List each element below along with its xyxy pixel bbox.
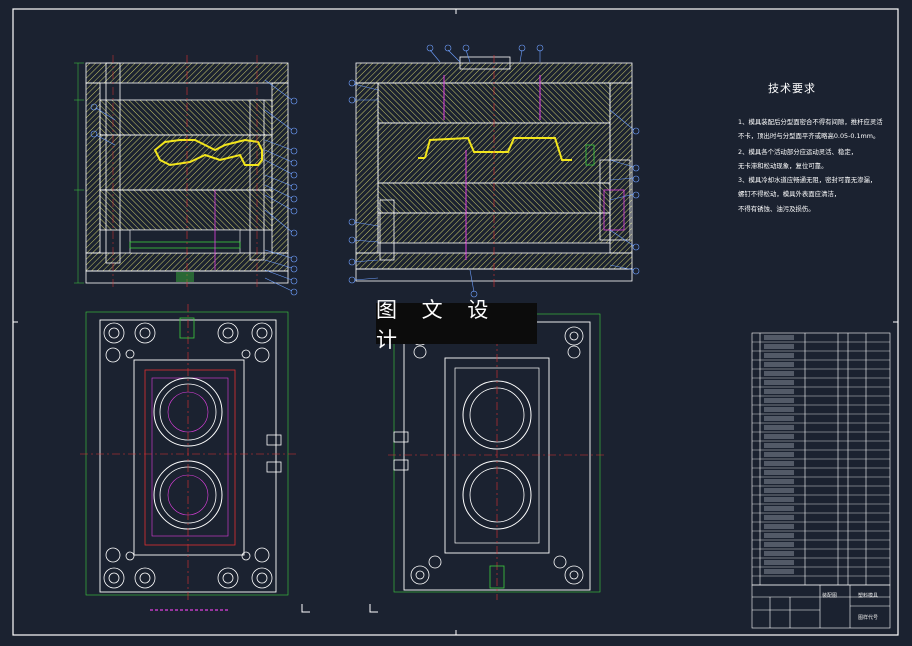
bom-row-text-mark xyxy=(764,362,794,367)
bom-row-text-mark xyxy=(764,344,794,349)
bom-row-text-mark xyxy=(764,524,794,529)
bom-row-text-mark xyxy=(764,488,794,493)
bom-row-text-mark xyxy=(764,569,794,574)
tech-req-line-6: 螺钉不得松动，模具外表面应清洁， xyxy=(738,190,841,198)
bom-row-text-mark xyxy=(764,335,794,340)
bom-row-text-mark xyxy=(764,371,794,376)
bom-row-text-mark xyxy=(764,470,794,475)
bom-row-text-mark xyxy=(764,389,794,394)
technical-requirements-title: 技术要求 xyxy=(768,82,816,95)
left-section-view xyxy=(74,55,289,290)
bom-row-text-mark xyxy=(764,560,794,565)
tech-req-line-5: 3、模具冷却水道应畅通无阻，密封可靠无渗漏， xyxy=(738,176,877,184)
view-corner-marks xyxy=(301,604,378,613)
left-plan-view xyxy=(80,304,296,600)
title-block-name: 装配图 xyxy=(822,593,838,599)
bom-row-text-mark xyxy=(764,461,794,466)
tech-req-line-3: 2、模具各个活动部分应运动灵活、稳定， xyxy=(738,148,858,156)
bom-row-text-mark xyxy=(764,398,794,403)
bom-row-text-mark xyxy=(764,434,794,439)
bom-row-text-mark xyxy=(764,353,794,358)
title-block-drawing-code: 图样代号 xyxy=(858,615,879,621)
bom-rows xyxy=(752,335,890,577)
bom-row-text-mark xyxy=(764,425,794,430)
bom-row-text-mark xyxy=(764,443,794,448)
bom-row-text-mark xyxy=(764,515,794,520)
bom-row-text-mark xyxy=(764,452,794,457)
tech-req-line-1: 1、模具装配后分型面密合不得有间隙，推杆应灵活 xyxy=(738,118,883,126)
bom-row-text-mark xyxy=(764,533,794,538)
bom-row-text-mark xyxy=(764,506,794,511)
tech-req-line-4: 无卡滞和松动现象，复位可靠。 xyxy=(738,162,828,170)
bom-row-text-mark xyxy=(764,416,794,421)
right-section-view xyxy=(355,55,633,290)
tech-req-line-2: 不卡，顶出时与分型面平齐或略高0.05-0.1mm。 xyxy=(738,132,880,140)
tech-req-line-7: 不得有锈蚀、油污及损伤。 xyxy=(738,205,815,213)
bom-row-text-mark xyxy=(764,380,794,385)
title-block-material: 塑料模具 xyxy=(858,593,879,599)
bom-row-text-mark xyxy=(764,542,794,547)
bom-row-text-mark xyxy=(764,551,794,556)
watermark-banner: 图 文 设 计 xyxy=(376,298,537,352)
bom-row-text-mark xyxy=(764,407,794,412)
bom-row-text-mark xyxy=(764,479,794,484)
bom-row-text-mark xyxy=(764,497,794,502)
